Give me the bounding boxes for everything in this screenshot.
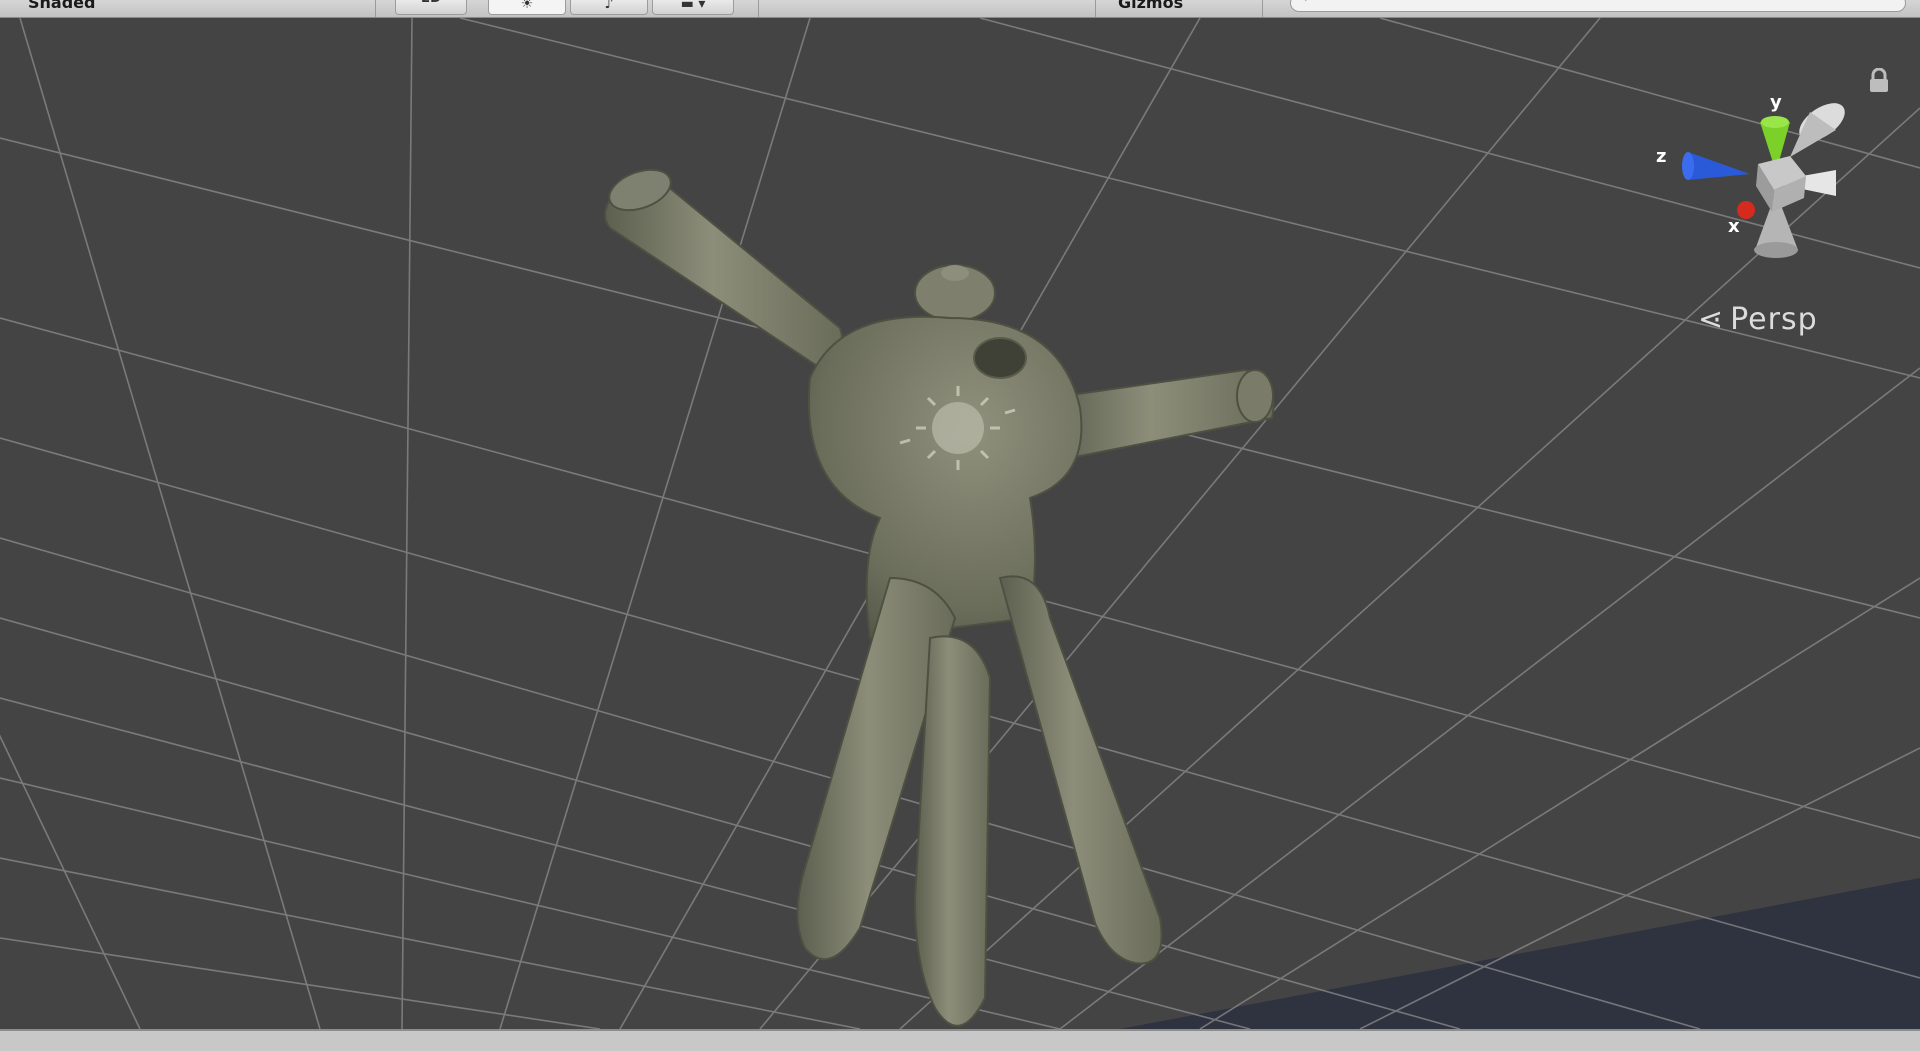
scene-gizmo-icon[interactable]: y z x — [1640, 82, 1860, 282]
2d-mode-button[interactable]: 2D — [395, 0, 467, 15]
toolbar-divider — [1262, 0, 1263, 17]
effects-toggle-button[interactable]: ▬ ▾ — [652, 0, 734, 15]
search-input[interactable]: ⌕ — [1290, 0, 1906, 12]
audio-toggle-button[interactable]: ♪ — [570, 0, 648, 15]
effects-toggle-icon: ▬ ▾ — [680, 0, 706, 12]
bottom-bar — [0, 1029, 1920, 1051]
audio-toggle-icon: ♪ — [604, 0, 614, 12]
gizmo-x-label: x — [1728, 216, 1740, 237]
lighting-toggle-icon: ☀ — [520, 0, 534, 12]
lighting-toggle-button[interactable]: ☀ — [488, 0, 566, 15]
scene-viewport[interactable]: y z x ⋖ Persp — [0, 18, 1920, 1029]
3d-model — [604, 168, 1275, 1027]
draw-mode-dropdown[interactable]: Shaded — [28, 0, 95, 14]
search-icon: ⌕ — [1305, 0, 1313, 5]
gizmos-dropdown[interactable]: Gizmos — [1118, 0, 1183, 14]
toolbar-divider — [1095, 0, 1096, 17]
lock-icon[interactable] — [1868, 68, 1890, 94]
toolbar-divider — [375, 0, 376, 17]
projection-toggle[interactable]: ⋖ Persp — [1698, 302, 1818, 337]
gizmo-y-label: y — [1770, 92, 1782, 113]
toolbar-divider — [758, 0, 759, 17]
scene-floor-plane — [1120, 878, 1920, 1029]
chevron-left-icon: ⋖ — [1698, 302, 1725, 337]
scene-toolbar: Shaded 2D ☀ ♪ ▬ ▾ Gizmos ⌕ — [0, 0, 1920, 18]
2d-mode-label: 2D — [421, 0, 441, 6]
projection-label: Persp — [1730, 302, 1818, 337]
gizmo-z-label: z — [1656, 146, 1666, 167]
